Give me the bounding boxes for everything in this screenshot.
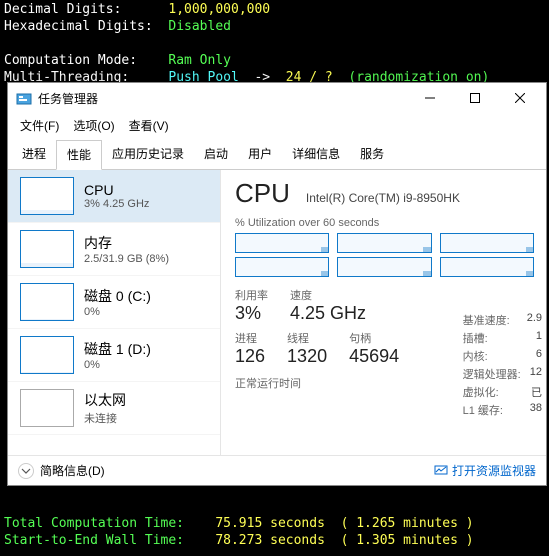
- sidebar-sub: 未连接: [84, 410, 126, 426]
- sidebar-sub: 0%: [84, 359, 151, 371]
- core-chart: [337, 257, 431, 277]
- stat-label: 进程: [235, 330, 265, 346]
- close-button[interactable]: [497, 84, 542, 112]
- memory-thumb-icon: [20, 230, 74, 268]
- sidebar-sub: 3% 4.25 GHz: [84, 198, 149, 210]
- monitor-icon: [434, 464, 448, 478]
- tab-users[interactable]: 用户: [238, 140, 282, 169]
- spec-val: 2.9: [527, 312, 542, 328]
- tab-details[interactable]: 详细信息: [282, 140, 350, 169]
- term-val: ( 1.305 minutes ): [341, 533, 474, 548]
- term-label: Total Computation Time:: [4, 516, 184, 531]
- stat-val: 1320: [287, 346, 327, 367]
- spec-key: 虚拟化:: [463, 384, 521, 400]
- app-icon: [16, 90, 32, 106]
- terminal-top: Decimal Digits: 1,000,000,000 Hexadecima…: [0, 0, 549, 88]
- menu-options[interactable]: 选项(O): [67, 115, 120, 136]
- footer: 简略信息(D) 打开资源监视器: [8, 455, 546, 485]
- stat-val: 45694: [349, 346, 399, 367]
- disk-thumb-icon: [20, 336, 74, 374]
- detail-title: CPU: [235, 178, 290, 209]
- tab-processes[interactable]: 进程: [12, 140, 56, 169]
- term-label: Computation Mode:: [4, 53, 137, 68]
- terminal-bottom: Total Computation Time: 75.915 seconds (…: [0, 514, 549, 556]
- tab-services[interactable]: 服务: [350, 140, 394, 169]
- core-chart: [440, 257, 534, 277]
- tab-app-history[interactable]: 应用历史记录: [102, 140, 194, 169]
- sidebar-item-cpu[interactable]: CPU 3% 4.25 GHz: [8, 170, 220, 223]
- maximize-button[interactable]: [452, 84, 497, 112]
- sidebar-item-memory[interactable]: 内存 2.5/31.9 GB (8%): [8, 223, 220, 276]
- core-chart: [235, 257, 329, 277]
- sidebar-title: 磁盘 1 (D:): [84, 339, 151, 359]
- cpu-charts[interactable]: [235, 233, 534, 277]
- spec-key: 基准速度:: [463, 312, 521, 328]
- sidebar-item-disk0[interactable]: 磁盘 0 (C:) 0%: [8, 276, 220, 329]
- term-label: Decimal Digits:: [4, 2, 121, 17]
- spec-val: 已: [527, 384, 542, 400]
- spec-key: L1 缓存:: [463, 402, 521, 418]
- menu-file[interactable]: 文件(F): [14, 115, 65, 136]
- ethernet-thumb-icon: [20, 389, 74, 427]
- sidebar-title: CPU: [84, 182, 149, 198]
- term-label: Start-to-End Wall Time:: [4, 533, 184, 548]
- sidebar-item-ethernet[interactable]: 以太网 未连接: [8, 382, 220, 435]
- tab-performance[interactable]: 性能: [56, 140, 102, 170]
- window-title: 任务管理器: [38, 90, 407, 107]
- spec-val: 1: [527, 330, 542, 346]
- sidebar-sub: 0%: [84, 306, 151, 318]
- spec-table: 基准速度: 2.9 插槽: 1 内核: 6 逻辑处理器: 12 虚拟化: 已 L1 缓存:…: [463, 312, 542, 418]
- spec-val: 38: [527, 402, 542, 418]
- term-label: Hexadecimal Digits:: [4, 19, 153, 34]
- stat-val: 126: [235, 346, 265, 367]
- core-chart: [337, 233, 431, 253]
- term-val: Disabled: [168, 19, 231, 34]
- spec-key: 内核:: [463, 348, 521, 364]
- stat-label: 利用率: [235, 287, 268, 303]
- core-chart: [235, 233, 329, 253]
- disk-thumb-icon: [20, 283, 74, 321]
- term-val: 78.273 seconds: [215, 533, 325, 548]
- sidebar-title: 以太网: [84, 390, 126, 410]
- cpu-thumb-icon: [20, 177, 74, 215]
- task-manager-window: 任务管理器 文件(F) 选项(O) 查看(V) 进程 性能 应用历史记录 启动 …: [7, 82, 547, 486]
- stat-val: 4.25 GHz: [290, 303, 366, 324]
- stat-label: 句柄: [349, 330, 399, 346]
- chart-label: % Utilization over 60 seconds: [235, 217, 534, 229]
- term-val: ( 1.265 minutes ): [341, 516, 474, 531]
- term-val: 1,000,000,000: [168, 2, 270, 17]
- core-chart: [440, 233, 534, 253]
- menu-view[interactable]: 查看(V): [123, 115, 175, 136]
- sidebar: CPU 3% 4.25 GHz 内存 2.5/31.9 GB (8%) 磁盘 0…: [8, 170, 221, 455]
- stat-val: 3%: [235, 303, 268, 324]
- cpu-model: Intel(R) Core(TM) i9-8950HK: [306, 191, 460, 205]
- spec-key: 逻辑处理器:: [463, 366, 521, 382]
- titlebar[interactable]: 任务管理器: [8, 83, 546, 113]
- minimize-button[interactable]: [407, 84, 452, 112]
- spec-key: 插槽:: [463, 330, 521, 346]
- spec-val: 6: [527, 348, 542, 364]
- term-val: 75.915 seconds: [215, 516, 325, 531]
- stat-label: 线程: [287, 330, 327, 346]
- menubar: 文件(F) 选项(O) 查看(V): [8, 113, 546, 140]
- sidebar-item-disk1[interactable]: 磁盘 1 (D:) 0%: [8, 329, 220, 382]
- tab-startup[interactable]: 启动: [194, 140, 238, 169]
- tabs: 进程 性能 应用历史记录 启动 用户 详细信息 服务: [8, 140, 546, 170]
- sidebar-sub: 2.5/31.9 GB (8%): [84, 253, 169, 265]
- sidebar-title: 内存: [84, 233, 169, 253]
- chevron-down-icon: [21, 466, 31, 476]
- sidebar-title: 磁盘 0 (C:): [84, 286, 151, 306]
- brief-info-label[interactable]: 简略信息(D): [40, 462, 105, 479]
- spec-val: 12: [527, 366, 542, 382]
- term-val: Ram Only: [168, 53, 231, 68]
- open-resmon-link[interactable]: 打开资源监视器: [434, 462, 536, 479]
- detail-pane: CPU Intel(R) Core(TM) i9-8950HK % Utiliz…: [221, 170, 546, 455]
- stat-label: 速度: [290, 287, 366, 303]
- collapse-button[interactable]: [18, 463, 34, 479]
